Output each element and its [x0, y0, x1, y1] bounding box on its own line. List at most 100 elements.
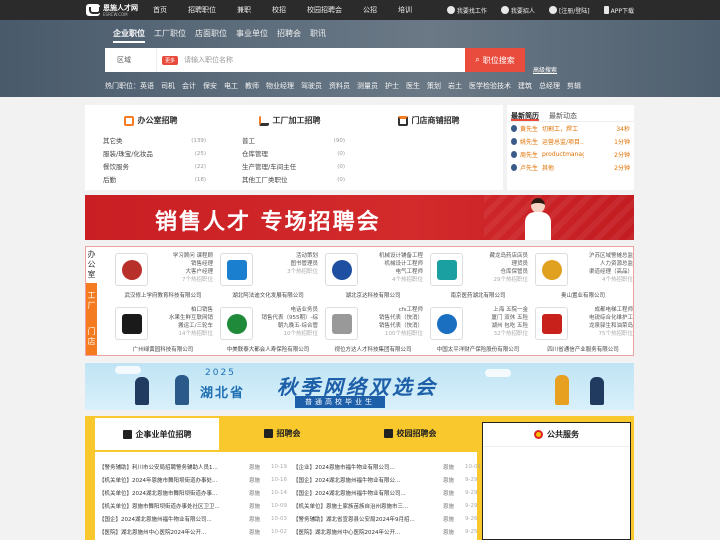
job-title[interactable]: 人力资源总监	[589, 260, 633, 268]
company-card[interactable]: 电话业务员 销售代表（955期）-综 朝九晚五·综合管 10个热招职位 中美联泰大都会人…	[216, 301, 320, 355]
company-name[interactable]: 视位方达人才科技集团有限公司	[321, 345, 425, 353]
resume-row[interactable]: 姚先生 运营总监/项目... 1分钟	[507, 135, 634, 148]
company-card[interactable]: 上海 五院一金 厦门 双休 五险 湖州 包吃 五险 32个热招职位 中国太平洋财产保险股…	[426, 301, 530, 355]
hot-item[interactable]: 电工	[224, 82, 238, 90]
search-button[interactable]: ⌕ 职位搜索	[465, 48, 525, 72]
hot-job-count[interactable]: 29个热招职位	[489, 276, 529, 284]
hire-link[interactable]: 我要招人	[500, 6, 535, 15]
company-card[interactable]: 成都电梯工程师 电锐综合化维护工 龙泉驿生和油菜岛 75个热招职位 四川省通信产业服务有…	[531, 301, 635, 355]
hot-job-count[interactable]: 75个热招职位	[589, 330, 634, 338]
category-item[interactable]: 普工 (90)	[242, 135, 345, 148]
hot-item[interactable]: 建筑	[518, 82, 532, 90]
category-item[interactable]: 仓库管理 (0)	[242, 148, 345, 161]
recruit-list-item[interactable]: 【医院】湖北恩施州中心医院2024年公开... 恩施 9-25	[293, 525, 481, 538]
hot-item[interactable]: 岩土	[448, 82, 462, 90]
job-title[interactable]: 上海 五院一金	[492, 306, 528, 314]
job-title[interactable]: 搬运工/三轮车	[169, 322, 213, 330]
tab-factory[interactable]: 工厂职位	[154, 28, 186, 43]
recruit-list-item[interactable]: 【警务辅助】湖北省宣恩县公安局2024年9月招... 恩施 9-26	[293, 512, 481, 525]
hot-item[interactable]: 物业经理	[266, 82, 294, 90]
side-tab-factory[interactable]: 工厂	[86, 283, 97, 319]
recruit-list-item[interactable]: 【机关单位】2024湖北恩施市舞阳坝街道办事... 恩施 10-14	[99, 486, 287, 499]
sales-fair-banner[interactable]: 销售人才 专场招聘会	[85, 195, 634, 240]
category-item[interactable]: 餐饮服务 (22)	[103, 161, 206, 174]
side-tab-office[interactable]: 办公室	[86, 247, 97, 283]
hot-job-count[interactable]: 100个热招职位	[379, 330, 423, 338]
nav-training[interactable]: 培训	[398, 0, 412, 20]
hot-item[interactable]: 策划	[427, 82, 441, 90]
resume-row[interactable]: 卢先生 其他 2分钟	[507, 161, 634, 174]
recruit-list-item[interactable]: 【企业】2024恩施市福牛物业有限公司... 恩施 10-01	[293, 460, 481, 473]
company-card[interactable]: 活动策划 图书管理员 3个热招职位 湖北阿法迪文化发展有限公司	[216, 247, 320, 301]
hot-job-count[interactable]: 32个热招职位	[492, 330, 529, 338]
login-link[interactable]: [注册/登陆]	[548, 6, 590, 15]
job-title[interactable]: 电话业务员	[262, 306, 318, 314]
search-input[interactable]: 请输入职位名称	[184, 55, 465, 65]
recruit-list-item[interactable]: 【医院】湖北恩施州中心医院2024年公开... 恩施 10-02	[99, 525, 287, 538]
job-title[interactable]: 渠道经理（高品）	[589, 268, 633, 276]
tab-latest-news[interactable]: 最新动态	[549, 111, 577, 121]
company-card[interactable]: 机械设计铺备工程 机械设计工程师 电气工程师 4个热招职位 湖北京达科技有限公司	[321, 247, 425, 301]
company-name[interactable]: 湖北京达科技有限公司	[321, 291, 425, 299]
company-card[interactable]: 柏口销售 水果生鲜互联网销 搬运工/三轮车 14个热招职位 广州绿黄园科技有限公司	[111, 301, 215, 355]
company-name[interactable]: 奥山置业有限公司	[531, 291, 635, 299]
nav-campus[interactable]: 校招	[272, 0, 286, 20]
hot-item[interactable]: 英语	[140, 82, 154, 90]
company-card[interactable]: 藏龙岛药店店员 理货员 仓库保管员 29个热招职位 南京医药湖北有限公司	[426, 247, 530, 301]
job-title[interactable]: 销售代表（快消）	[379, 322, 423, 330]
hot-item[interactable]: 测量员	[357, 82, 378, 90]
recruit-list-item[interactable]: 【国企】2024湖北恩施州福牛物业有限公司... 恩施 10-03	[99, 512, 287, 525]
nav-public-recruit[interactable]: 公招	[363, 0, 377, 20]
job-title[interactable]: 学习顾问 课程顾	[173, 252, 213, 260]
autumn-fair-banner[interactable]: 2025 湖北省 秋季网络双选会 普通高校毕业生	[85, 363, 634, 410]
company-card[interactable]: cfs工程师 销售代表（快消） 销售代表（快消） 100个热招职位 视位方达人才科技集团…	[321, 301, 425, 355]
company-name[interactable]: 广州绿黄园科技有限公司	[111, 345, 215, 353]
company-card[interactable]: 沪苏区域警摊总监 人力资源总监 渠道经理（高品） 4个热招职位 奥山置业有限公司	[531, 247, 635, 301]
recruit-list-item[interactable]: 【机关单位】恩施土家族苗族自治州恩施市三... 恩施 9-29	[293, 499, 481, 512]
store-title[interactable]: 门店商铺招聘	[412, 115, 460, 126]
find-job-link[interactable]: 我要找工作	[446, 6, 487, 15]
hot-item[interactable]: 资料员	[329, 82, 350, 90]
job-title[interactable]: 仓库保管员	[489, 268, 528, 276]
job-title[interactable]: 销售代表（955期）-综	[262, 314, 318, 322]
recruit-list-item[interactable]: 【国企】2024湖北恩施州福牛物业有限公司... 恩施 9-29	[293, 486, 481, 499]
area-select[interactable]: 区域	[105, 48, 157, 72]
company-name[interactable]: 南京医药湖北有限公司	[426, 291, 530, 299]
app-download-link[interactable]: APP下载	[603, 6, 634, 15]
tab-campus-fair[interactable]: 校园招聘会	[345, 416, 475, 450]
tab-news[interactable]: 职讯	[310, 28, 326, 43]
company-name[interactable]: 四川省通信产业服务有限公司	[531, 345, 635, 353]
recruit-list-item[interactable]: 【机关单位】恩施市舞阳坝街道办事处社区卫卫... 恩施 10-09	[99, 499, 287, 512]
job-title[interactable]: 销售经理	[173, 260, 213, 268]
tab-institution[interactable]: 事业单位	[236, 28, 268, 43]
site-logo[interactable]: 恩施人才网 ESRCW.COM	[86, 3, 138, 17]
hot-item[interactable]: 会计	[182, 82, 196, 90]
side-tab-store[interactable]: 门店	[86, 319, 97, 355]
hot-item[interactable]: 护士	[385, 82, 399, 90]
company-name[interactable]: 湖北阿法迪文化发展有限公司	[216, 291, 320, 299]
public-service-title[interactable]: 公共服务	[547, 429, 579, 440]
hot-job-count[interactable]: 7个热招职位	[173, 276, 213, 284]
nav-campus-fair[interactable]: 校园招聘会	[307, 0, 342, 20]
category-item[interactable]: 其它类 (139)	[103, 135, 206, 148]
factory-title[interactable]: 工厂加工招聘	[273, 115, 321, 126]
nav-home[interactable]: 首页	[153, 0, 167, 20]
job-title[interactable]: 销售代表（快消）	[379, 314, 423, 322]
hot-item[interactable]: 医生	[406, 82, 420, 90]
resume-row[interactable]: 黄先生 切割工，焊工 34秒	[507, 122, 634, 135]
job-title[interactable]: 水果生鲜互联网销	[169, 314, 213, 322]
job-title[interactable]: 机械设计工程师	[379, 260, 423, 268]
tab-job-fair[interactable]: 招聘会	[219, 416, 345, 450]
job-title[interactable]: cfs工程师	[379, 306, 423, 314]
hot-job-count[interactable]: 10个热招职位	[262, 330, 319, 338]
nav-jobs[interactable]: 招聘职位	[188, 0, 216, 20]
hot-item[interactable]: 司机	[161, 82, 175, 90]
tab-job-fair[interactable]: 招聘会	[277, 28, 301, 43]
category-item[interactable]: 生产管理/车间主任 (0)	[242, 161, 345, 174]
office-title[interactable]: 办公室招聘	[138, 115, 178, 126]
hot-job-count[interactable]: 14个热招职位	[169, 330, 214, 338]
nav-parttime[interactable]: 兼职	[237, 0, 251, 20]
job-title[interactable]: 厦门 双休 五险	[492, 314, 529, 322]
job-title[interactable]: 机械设计铺备工程	[379, 252, 423, 260]
job-title[interactable]: 大客户经理	[173, 268, 213, 276]
